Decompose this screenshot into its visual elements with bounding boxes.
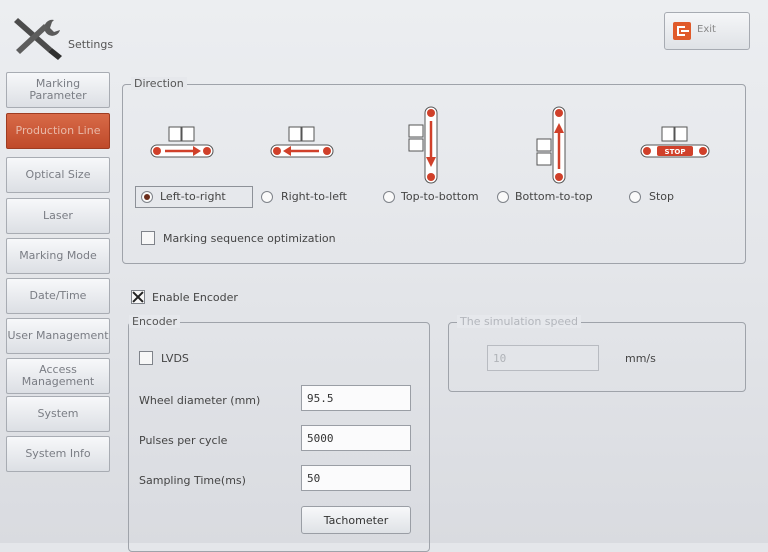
- encoder-legend: Encoder: [129, 315, 180, 328]
- sampling-time-input[interactable]: 50: [301, 465, 411, 491]
- conveyor-right-to-left-icon: [270, 126, 334, 158]
- tachometer-button[interactable]: Tachometer: [301, 506, 411, 534]
- sampling-time-label: Sampling Time(ms): [139, 474, 246, 487]
- direction-legend: Direction: [131, 77, 187, 90]
- exit-icon: [673, 22, 691, 40]
- sidebar-item-date-time[interactable]: Date/Time: [6, 278, 110, 314]
- radio-left-to-right[interactable]: [141, 191, 153, 203]
- exit-label: Exit: [697, 24, 716, 35]
- direction-group: Direction STOP Left-to-right Right-to-le…: [122, 77, 746, 264]
- pulses-per-cycle-label: Pulses per cycle: [139, 434, 228, 447]
- wheel-diameter-input[interactable]: 95.5: [301, 385, 411, 411]
- enable-encoder-checkbox[interactable]: [131, 290, 145, 304]
- encoder-group: Encoder LVDS Wheel diameter (mm) 95.5 Pu…: [128, 315, 430, 552]
- sidebar-item-label: Marking Mode: [19, 249, 97, 262]
- sidebar-item-label: Access Management: [21, 363, 95, 388]
- sidebar-item-user-management[interactable]: User Management: [6, 318, 110, 354]
- exit-button[interactable]: Exit: [664, 12, 750, 50]
- radio-right-to-left[interactable]: [261, 191, 273, 203]
- lvds-label: LVDS: [161, 352, 189, 365]
- sidebar-item-label: Date/Time: [29, 289, 87, 302]
- option-right-to-left-label: Right-to-left: [281, 190, 347, 203]
- simulation-speed-group: The simulation speed 10 mm/s: [448, 315, 746, 392]
- sidebar-item-marking-parameter[interactable]: Marking Parameter: [6, 72, 110, 108]
- sidebar-item-label: Marking Parameter: [29, 77, 87, 102]
- conveyor-left-to-right-icon: [150, 126, 214, 158]
- stop-sign-text: STOP: [665, 148, 686, 156]
- sidebar-item-label: Optical Size: [25, 168, 91, 181]
- sidebar-item-label: System Info: [25, 447, 91, 460]
- option-bottom-to-top-label: Bottom-to-top: [515, 190, 593, 203]
- pulses-per-cycle-input[interactable]: 5000: [301, 425, 411, 451]
- option-stop-label: Stop: [649, 190, 675, 203]
- radio-stop[interactable]: [629, 191, 641, 203]
- header: Settings Exit: [0, 0, 768, 70]
- settings-screen: Settings Exit Marking Parameter Producti…: [0, 0, 768, 552]
- page-title: Settings: [68, 38, 114, 51]
- conveyor-stop-icon: STOP: [640, 126, 710, 158]
- tools-logo-icon: [8, 16, 64, 62]
- sidebar-item-marking-mode[interactable]: Marking Mode: [6, 238, 110, 274]
- sidebar-item-production-line[interactable]: Production Line: [6, 113, 110, 149]
- radio-top-to-bottom[interactable]: [383, 191, 395, 203]
- sidebar-item-label: User Management: [7, 329, 109, 342]
- simulation-speed-unit: mm/s: [625, 352, 656, 365]
- simulation-speed-input[interactable]: 10: [487, 345, 599, 371]
- simulation-speed-legend: The simulation speed: [457, 315, 582, 328]
- conveyor-top-to-bottom-icon: [408, 106, 438, 184]
- sidebar-item-label: System: [37, 407, 79, 420]
- sidebar-item-system-info[interactable]: System Info: [6, 436, 110, 472]
- sequence-optimization-checkbox[interactable]: [141, 231, 155, 245]
- sidebar-item-system[interactable]: System: [6, 396, 110, 432]
- sidebar-item-access-management[interactable]: Access Management: [6, 358, 110, 394]
- sidebar-item-optical-size[interactable]: Optical Size: [6, 157, 110, 193]
- radio-bottom-to-top[interactable]: [497, 191, 509, 203]
- sidebar-item-label: Production Line: [15, 124, 101, 137]
- option-left-to-right-label: Left-to-right: [160, 190, 226, 203]
- sidebar-item-label: Laser: [43, 209, 73, 222]
- lvds-checkbox[interactable]: [139, 351, 153, 365]
- sequence-optimization-label: Marking sequence optimization: [163, 232, 336, 245]
- sidebar-item-laser[interactable]: Laser: [6, 198, 110, 234]
- conveyor-bottom-to-top-icon: [536, 106, 566, 184]
- option-top-to-bottom-label: Top-to-bottom: [401, 190, 479, 203]
- enable-encoder-label: Enable Encoder: [152, 291, 238, 304]
- tachometer-button-label: Tachometer: [323, 513, 389, 527]
- wheel-diameter-label: Wheel diameter (mm): [139, 394, 261, 407]
